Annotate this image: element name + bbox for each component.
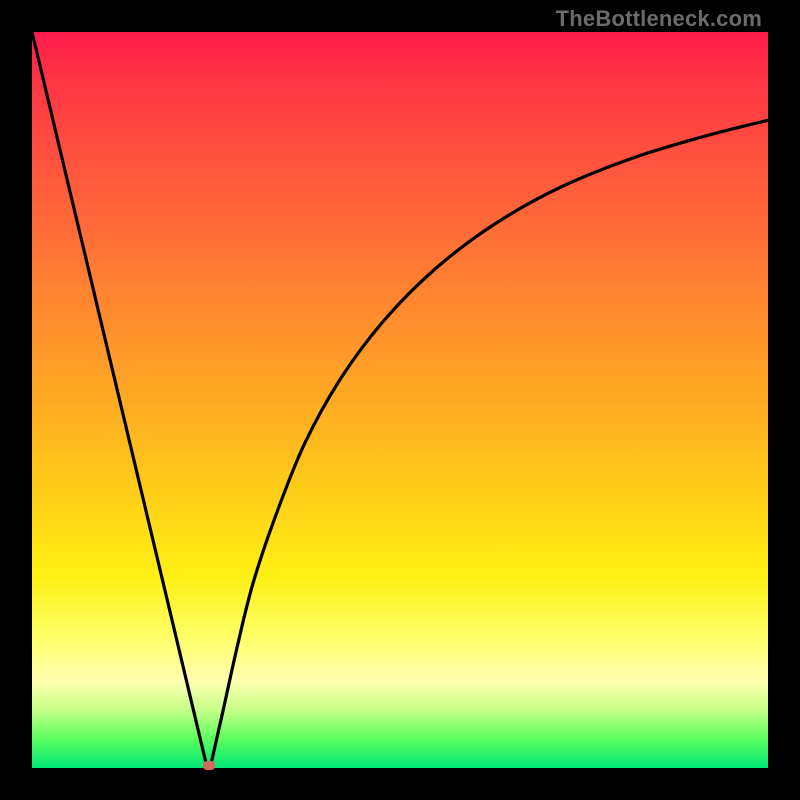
curve-layer <box>32 32 768 768</box>
watermark-text: TheBottleneck.com <box>556 6 762 32</box>
curve-right-branch <box>210 120 768 768</box>
chart-frame: TheBottleneck.com <box>0 0 800 800</box>
plot-area <box>32 32 768 768</box>
curve-left-branch <box>32 32 207 768</box>
minimum-dot-icon <box>203 761 215 770</box>
